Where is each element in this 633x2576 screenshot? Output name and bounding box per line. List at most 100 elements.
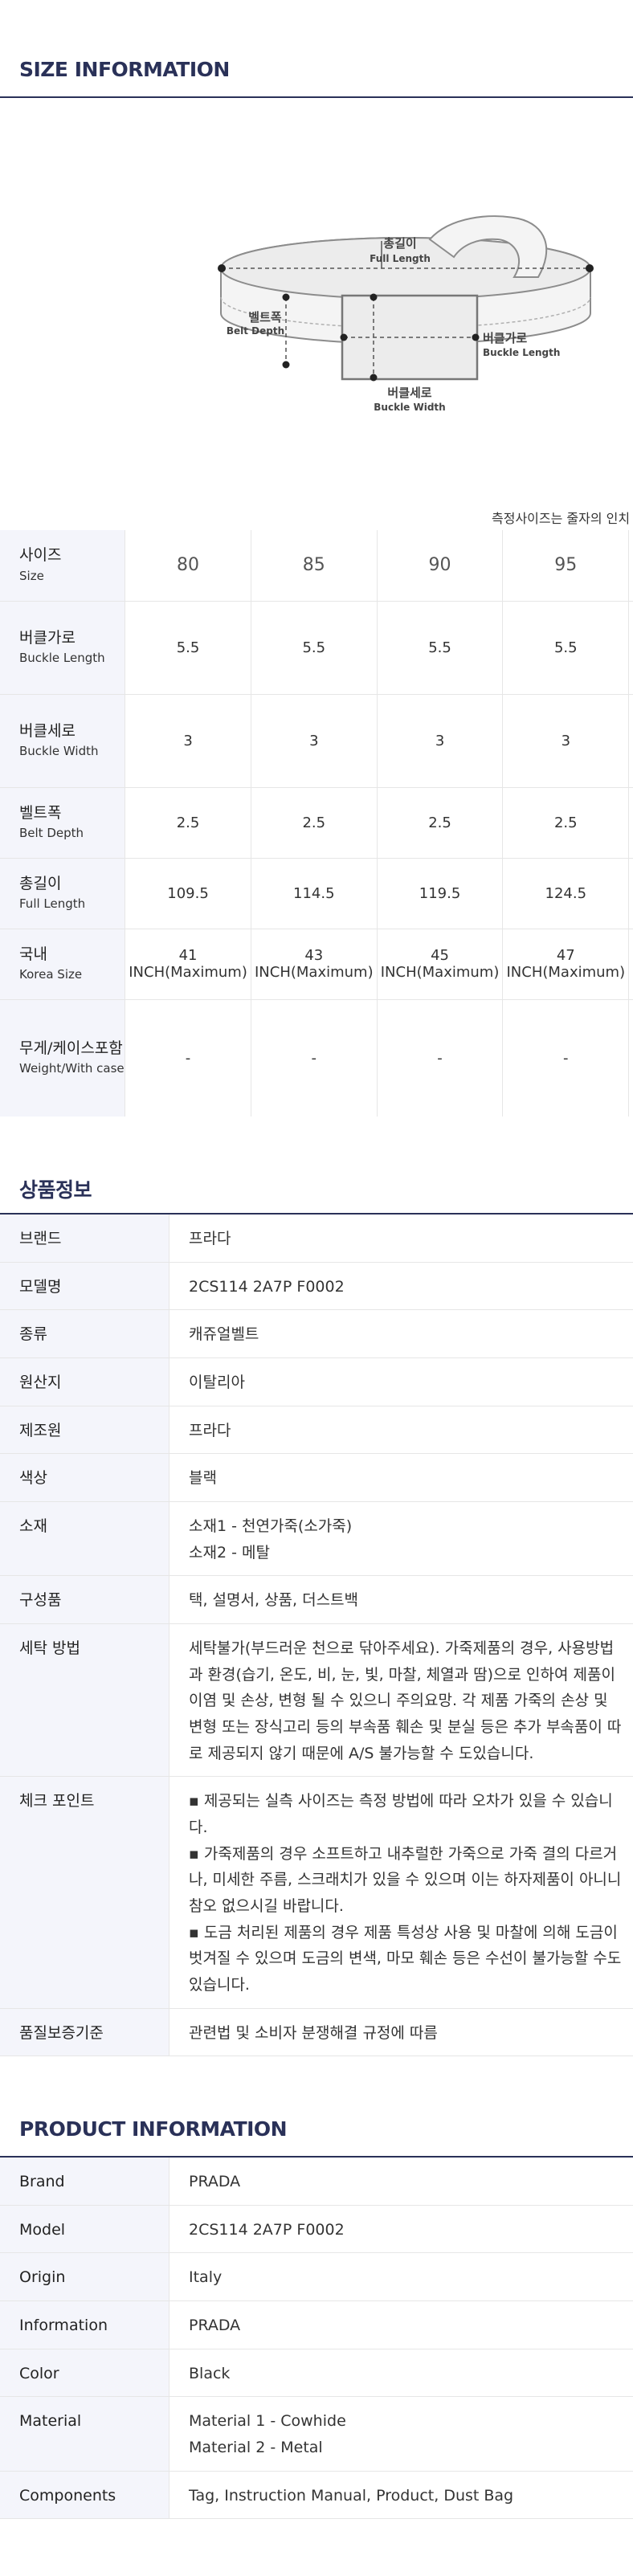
size-row-label-ko: 국내: [19, 945, 47, 963]
info-key: Material: [0, 2396, 169, 2472]
info-key: 브랜드: [0, 1215, 169, 1263]
belt-depth-en: Belt Depth: [227, 325, 284, 337]
info-key: 세탁 방법: [0, 1623, 169, 1778]
info-value: 택, 설명서, 상품, 더스트백: [169, 1575, 633, 1625]
info-row: Brand PRADA: [0, 2158, 633, 2206]
info-row: 체크 포인트 ▪ 제공되는 실측 사이즈는 측정 방법에 따라 오차가 있을 수 …: [0, 1776, 633, 2009]
info-key: 구성품: [0, 1575, 169, 1625]
product-info-ko-title: 상품정보: [19, 1178, 92, 1202]
info-value: 관련법 및 소비자 분쟁해결 규정에 따름: [169, 2008, 633, 2057]
buckle-length-en: Buckle Length: [483, 347, 560, 358]
info-key: Color: [0, 2349, 169, 2398]
product-info-en-table: Brand PRADA Model 2CS114 2A7P F0002 Origin It…: [0, 2158, 633, 2520]
size-cell: 43 INCH(Maximum): [251, 929, 378, 1000]
size-row-label-ko: 벨트폭: [19, 803, 62, 822]
size-row-label-en: Weight/With case: [19, 1061, 125, 1076]
size-cell: 2.5: [251, 787, 378, 859]
full-length-en: Full Length: [370, 253, 431, 264]
size-cell: 119.5: [377, 858, 504, 929]
size-cell: -: [502, 999, 630, 1117]
size-row-label: 버클가로 Buckle Length: [0, 601, 126, 695]
info-value: PRADA: [169, 2158, 633, 2206]
size-cell: 5: [628, 601, 633, 695]
info-key: 원산지: [0, 1357, 169, 1406]
size-row: 버클가로Buckle Length5.55.55.55.55: [0, 601, 633, 695]
info-key: Information: [0, 2300, 169, 2349]
title-divider: [0, 96, 633, 98]
info-value: PRADA: [169, 2300, 633, 2349]
info-key: Brand: [0, 2158, 169, 2206]
size-cell: 80: [125, 530, 251, 602]
info-value: 세탁불가(부드러운 천으로 닦아주세요). 가죽제품의 경우, 사용방법과 환경…: [169, 1623, 633, 1778]
info-key: Model: [0, 2205, 169, 2254]
info-key: Origin: [0, 2252, 169, 2302]
info-row: 세탁 방법 세탁불가(부드러운 천으로 닦아주세요). 가죽제품의 경우, 사용방…: [0, 1623, 633, 1778]
info-row: 품질보증기준 관련법 및 소비자 분쟁해결 규정에 따름: [0, 2008, 633, 2057]
size-row-label-en: Korea Size: [19, 967, 83, 982]
size-cell: 2.5: [377, 787, 504, 859]
size-cell: 41 INCH(Maximum): [125, 929, 251, 1000]
info-value: Tag, Instruction Manual, Product, Dust B…: [169, 2471, 633, 2520]
size-row: 무게/케이스포함 Weight/With case - - - -: [0, 999, 633, 1117]
size-table: 사이즈Size808590951버클가로Buckle Length5.55.55…: [0, 530, 633, 1117]
size-cell: 5.5: [377, 601, 504, 695]
size-cell: 47 INCH(Maximum): [502, 929, 630, 1000]
size-cell: 2.5: [125, 787, 251, 859]
size-cell: 95: [502, 530, 630, 602]
info-key: 제조원: [0, 1406, 169, 1455]
info-row: 구성품 택, 설명서, 상품, 더스트백: [0, 1575, 633, 1625]
info-row: Components Tag, Instruction Manual, Produ…: [0, 2471, 633, 2520]
info-value: 2CS114 2A7P F0002: [169, 1262, 633, 1311]
full-length-ko: 총길이: [383, 236, 416, 251]
info-row: Information PRADA: [0, 2300, 633, 2349]
info-value: 캐쥬얼벨트: [169, 1309, 633, 1359]
size-cell: 5.5: [502, 601, 630, 695]
info-row: 모델명 2CS114 2A7P F0002: [0, 1262, 633, 1311]
size-row-label-en: Belt Depth: [19, 826, 84, 841]
info-value: Black: [169, 2349, 633, 2398]
product-info-ko-table: 브랜드 프라다 모델명 2CS114 2A7P F0002 종류 캐쥬얼벨트 원산지 이탈리아…: [0, 1215, 633, 2057]
size-cell: -: [251, 999, 378, 1117]
info-row: 색상 블랙: [0, 1453, 633, 1503]
size-cell: 2.5: [502, 787, 630, 859]
size-cell: 90: [377, 530, 504, 602]
info-value: 2CS114 2A7P F0002: [169, 2205, 633, 2254]
measure-note: 측정사이즈는 줄자의 인치: [492, 511, 631, 526]
size-row-label-ko: 버클세로: [19, 721, 76, 740]
size-row-label: 국내 Korea Size: [0, 929, 126, 1000]
info-value: 프라다: [169, 1215, 633, 1263]
buckle-length-ko: 버클가로: [483, 331, 527, 345]
size-cell: [628, 999, 633, 1117]
size-row: 버클세로 Buckle Width 3 3 3 3: [0, 694, 633, 788]
size-cell: 3: [251, 694, 378, 788]
size-cell: 85: [251, 530, 378, 602]
size-cell: 114.5: [251, 858, 378, 929]
buckle-width-en: Buckle Width: [374, 402, 445, 413]
info-row: Color Black: [0, 2349, 633, 2398]
size-cell: 45 INCH(Maximum): [377, 929, 504, 1000]
size-row: 총길이 Full Length 109.5114.5119.5124.512: [0, 858, 633, 929]
size-cell: 3: [125, 694, 251, 788]
info-value: 소재1 - 천연가죽(소가죽) 소재2 - 메탈: [169, 1501, 633, 1577]
info-key: 모델명: [0, 1262, 169, 1311]
info-row: Model 2CS114 2A7P F0002: [0, 2205, 633, 2254]
belt-diagram: 총길이 Full Length 벨트폭 Belt Depth 버클가로 Buck…: [218, 215, 594, 413]
info-key: 체크 포인트: [0, 1776, 169, 2009]
size-cell: 12: [628, 858, 633, 929]
info-key: 소재: [0, 1501, 169, 1577]
info-value: Material 1 - Cowhide Material 2 - Metal: [169, 2396, 633, 2472]
size-cell: 3: [377, 694, 504, 788]
info-row: 제조원 프라다: [0, 1406, 633, 1455]
size-cell: 124.5: [502, 858, 630, 929]
size-row-label: 버클세로 Buckle Width: [0, 694, 126, 788]
info-key: 종류: [0, 1309, 169, 1359]
size-row-label-ko: 무게/케이스포함: [19, 1039, 123, 1057]
info-row: Origin Italy: [0, 2252, 633, 2302]
size-row-label-ko: 버클가로: [19, 628, 76, 647]
size-cell: -: [125, 999, 251, 1117]
info-value: 이탈리아: [169, 1357, 633, 1406]
size-cell: 109.5: [125, 858, 251, 929]
size-row-label-ko: 총길이: [19, 874, 62, 892]
product-info-en-title: PRODUCT INFORMATION: [19, 2117, 288, 2141]
info-key: 색상: [0, 1453, 169, 1503]
